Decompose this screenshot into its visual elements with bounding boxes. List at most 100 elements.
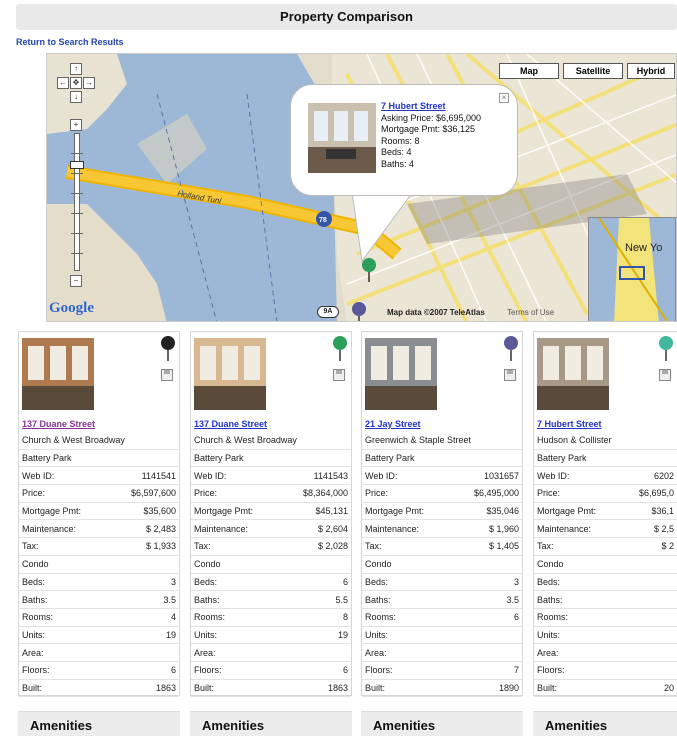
- overview-city-label: New Yo: [625, 242, 663, 254]
- listing-card: 21 Jay Street Greenwich & Staple Street Ba…: [361, 331, 523, 698]
- field-label: Tax:: [194, 541, 211, 552]
- listing-field-row: Web ID: 1141543: [191, 467, 351, 486]
- close-icon[interactable]: ×: [499, 93, 509, 103]
- field-label: Maintenance:: [365, 523, 420, 534]
- listing-address-link[interactable]: 21 Jay Street: [365, 419, 421, 429]
- field-value: $ 2: [661, 541, 674, 552]
- terms-of-use-link[interactable]: Terms of Use: [507, 308, 554, 317]
- listing-field-row: Condo: [362, 556, 522, 574]
- field-label: Built:: [22, 682, 43, 693]
- field-label: Beds:: [365, 576, 389, 587]
- field-label: Beds:: [537, 576, 561, 587]
- listing-field-row: Floors: 6: [191, 662, 351, 680]
- listing-address-link[interactable]: 137 Duane Street: [194, 419, 267, 429]
- listing-field-row: Built: 1863: [191, 680, 351, 698]
- listing-photo[interactable]: [22, 338, 94, 410]
- field-label: Units:: [537, 629, 561, 640]
- listing-field-row: Built: 1890: [362, 680, 522, 698]
- balloon-address-link[interactable]: 7 Hubert Street: [381, 101, 446, 111]
- overview-map[interactable]: New Yo: [588, 217, 676, 321]
- map-type-map-button[interactable]: Map: [499, 63, 559, 79]
- overview-viewport-box[interactable]: [619, 266, 645, 280]
- pan-up-icon[interactable]: ↑: [70, 63, 82, 75]
- map-pin-purple-icon[interactable]: [351, 302, 367, 322]
- field-label: Baths:: [194, 594, 220, 605]
- zoom-slider-knob[interactable]: [70, 161, 84, 169]
- field-value: $ 1,960: [488, 523, 519, 534]
- listing-card: 137 Duane Street Church & West Broadway Ba…: [18, 331, 180, 698]
- listing-field-row: Web ID: 1031657: [362, 467, 522, 486]
- field-value: 20: [663, 682, 674, 693]
- pan-center-icon[interactable]: ✥: [70, 77, 82, 89]
- amenities-header: Amenities: [18, 711, 180, 736]
- listing-field-row: Mortgage Pmt: $35,600: [19, 503, 179, 521]
- balloon-property-photo: [308, 103, 376, 173]
- field-label: Floors:: [365, 665, 393, 676]
- field-value: $ 1,405: [488, 541, 519, 552]
- listing-photo[interactable]: [365, 338, 437, 410]
- listing-location-line: Battery Park: [365, 453, 415, 464]
- field-label: Rooms:: [537, 612, 569, 623]
- field-value: $35,046: [486, 506, 519, 517]
- listing-photo[interactable]: [537, 338, 609, 410]
- listing-location-line: Church & West Broadway: [22, 435, 125, 446]
- save-icon[interactable]: [161, 369, 173, 381]
- field-label: Built:: [194, 682, 215, 693]
- field-value: 1141543: [313, 470, 348, 481]
- listing-field-row: Maintenance: $ 2,604: [191, 520, 351, 539]
- field-value: 6: [513, 612, 519, 623]
- field-value: 6202: [653, 470, 674, 481]
- listing-field-row: Price: $6,695,0: [534, 485, 677, 503]
- field-value: 1863: [327, 682, 348, 693]
- pan-left-icon[interactable]: ←: [57, 77, 69, 89]
- field-value: 6: [170, 665, 176, 676]
- map-navigation-control[interactable]: ↑ ← ✥ → ↓ + −: [55, 63, 103, 303]
- map-pin-green-icon[interactable]: [361, 258, 377, 282]
- listing-field-row: Price: $6,495,000: [362, 485, 522, 503]
- field-value: 3: [513, 576, 519, 587]
- map-pin-icon[interactable]: [658, 335, 674, 361]
- map-pin-icon[interactable]: [503, 335, 519, 361]
- save-icon[interactable]: [504, 369, 516, 381]
- field-label: Condo: [365, 559, 392, 570]
- pan-right-icon[interactable]: →: [83, 77, 95, 89]
- listing-field-row: Mortgage Pmt: $35,046: [362, 503, 522, 521]
- field-label: Mortgage Pmt:: [537, 506, 597, 517]
- field-value: $6,495,000: [473, 488, 519, 499]
- listing-field-row: Units: 19: [19, 627, 179, 645]
- listing-field-row: Rooms: 8: [191, 609, 351, 627]
- listing-card: 137 Duane Street Church & West Broadway Ba…: [190, 331, 352, 698]
- field-label: Units:: [365, 629, 389, 640]
- listing-address-link[interactable]: 137 Duane Street: [22, 419, 95, 429]
- field-label: Mortgage Pmt:: [194, 506, 254, 517]
- field-label: Condo: [22, 559, 49, 570]
- map-type-hybrid-button[interactable]: Hybrid: [627, 63, 675, 79]
- field-label: Area:: [22, 647, 44, 658]
- field-label: Web ID:: [194, 470, 227, 481]
- listing-field-row: Units: 19: [191, 627, 351, 645]
- map-view[interactable]: Holland Tunl 78 Map Satellite Hybrid ↑ ←…: [46, 53, 677, 322]
- save-icon[interactable]: [659, 369, 671, 381]
- return-to-search-link[interactable]: Return to Search Results: [16, 37, 124, 47]
- zoom-in-icon[interactable]: +: [70, 119, 82, 131]
- listing-photo[interactable]: [194, 338, 266, 410]
- field-label: Mortgage Pmt:: [22, 506, 82, 517]
- field-label: Condo: [537, 559, 564, 570]
- save-icon[interactable]: [333, 369, 345, 381]
- pan-down-icon[interactable]: ↓: [70, 91, 82, 103]
- listing-field-row: Units:: [534, 627, 677, 645]
- field-label: Maintenance:: [537, 523, 592, 534]
- field-value: 8: [342, 612, 348, 623]
- listing-address-link[interactable]: 7 Hubert Street: [537, 419, 602, 429]
- field-value: $ 2,028: [317, 541, 348, 552]
- map-pin-icon[interactable]: [332, 335, 348, 361]
- map-pin-icon[interactable]: [160, 335, 176, 361]
- listing-field-row: Beds: 3: [362, 574, 522, 592]
- field-value: $35,600: [143, 506, 176, 517]
- listing-field-row: Baths: 5.5: [191, 591, 351, 609]
- amenities-header: Amenities: [190, 711, 352, 736]
- zoom-out-icon[interactable]: −: [70, 275, 82, 287]
- listing-field-row: Floors: 7: [362, 662, 522, 680]
- map-type-satellite-button[interactable]: Satellite: [563, 63, 623, 79]
- listing-field-row: Beds: 3: [19, 574, 179, 592]
